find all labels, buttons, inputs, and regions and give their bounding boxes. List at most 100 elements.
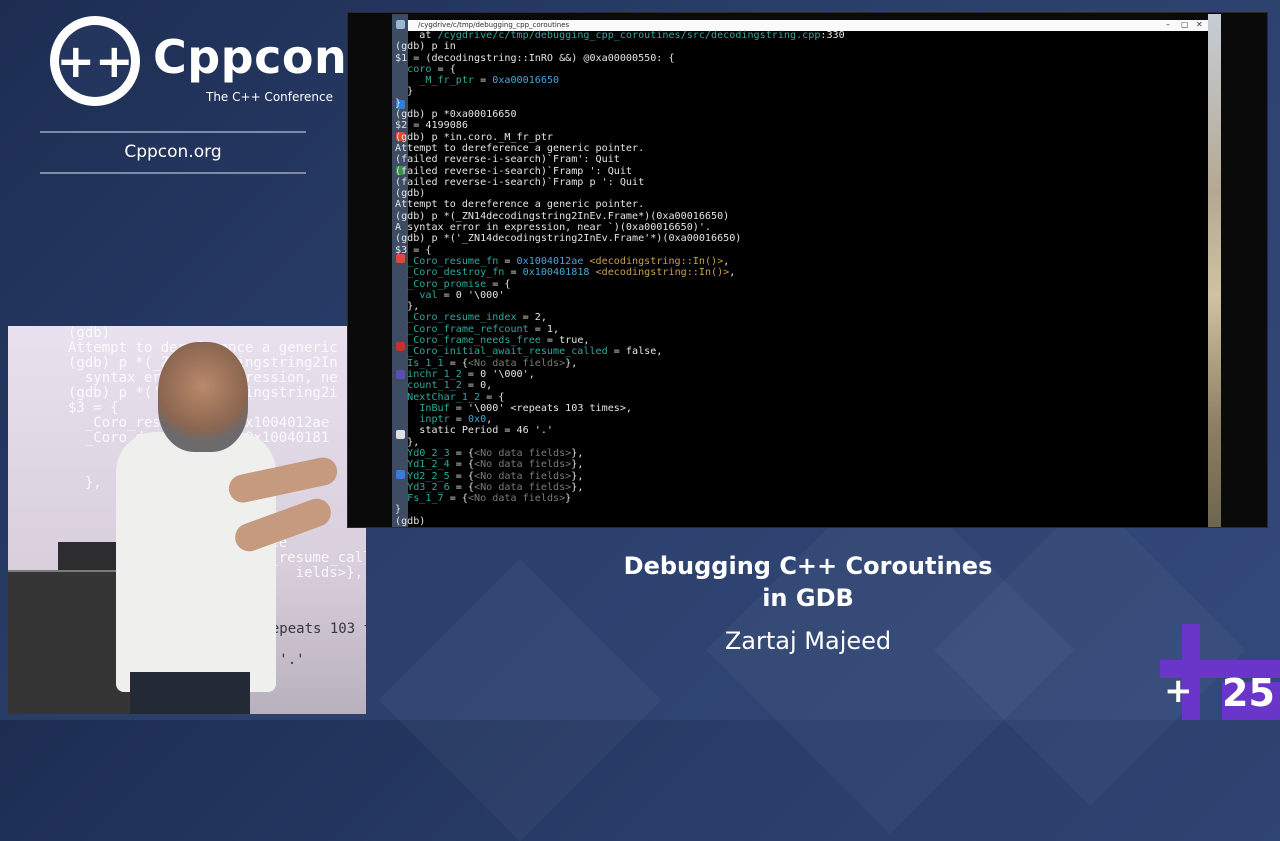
terminal-line: inptr = 0x0, [395,414,845,425]
terminal-line: (gdb) p in [395,41,845,52]
terminal-line: _Coro_destroy_fn = 0x100401818 <decoding… [395,267,845,278]
terminal-text: = [498,255,517,267]
terminal-text: = [504,267,523,279]
terminal-line: (gdb) p *(_ZN14decodingstring2InEv.Frame… [395,211,845,222]
gdb-output[interactable]: at /cygdrive/c/tmp/debugging_cpp_corouti… [395,30,845,527]
terminal-text: <No data fields> [474,447,572,459]
terminal-text: _Coro_destroy_fn [407,267,505,279]
terminal-text: A syntax error in expression, near `)(0x… [395,222,712,234]
terminal-text: <decodingstring::In()> [589,255,724,267]
terminal-line: Yd1_2_4 = {<No data fields>}, [395,459,845,470]
website-label: Cppcon.org [124,142,222,162]
terminal-line: _Coro_frame_needs_free = true, [395,335,845,346]
terminal-line: (gdb) [395,188,845,199]
desktop-icon[interactable] [396,20,405,29]
terminal-text: $1 = (decodingstring::InRO &&) @0xa00000… [395,52,675,64]
terminal-line: $3 = { [395,245,845,256]
terminal-text: $3 = { [395,244,432,256]
terminal-text: (gdb) p *(_ZN14decodingstring2InEv.Frame… [395,210,730,222]
terminal-line: } [395,504,845,515]
close-button[interactable]: ✕ [1196,20,1203,29]
terminal-text: = { [449,481,475,493]
terminal-text: = 2, [516,312,547,324]
terminal-text: inchr_1_2 [407,368,462,380]
terminal-text: Fs_1_7 [407,493,444,505]
terminal-text: inptr [419,414,450,426]
terminal-text: at [395,30,438,41]
terminal-text: _Coro_frame_refcount [407,323,529,335]
terminal-text: } [395,97,402,109]
terminal-text: _M_fr_ptr [419,75,475,87]
terminal-text: <No data fields> [474,459,572,471]
terminal-line: _Coro_resume_fn = 0x1004012ae <decodings… [395,256,845,267]
cppcon-logo: ++ [50,16,140,106]
terminal-line: static Period = 46 '.' [395,425,845,436]
divider [40,131,306,133]
terminal-text: _Coro_resume_index [407,312,517,324]
terminal-text: = false, [607,346,663,358]
terminal-line: }, [395,301,845,312]
terminal-text: coro [407,63,432,75]
terminal-line: } [395,98,845,109]
terminal-text: = { [443,493,468,505]
terminal-text: NextChar_1_2 [407,391,481,403]
terminal-text: 0x1004012ae [516,255,584,267]
terminal-text: <No data fields> [474,481,572,493]
projected-line: (gdb) [68,326,111,341]
terminal-line: (failed reverse-i-search)`Framp p ': Qui… [395,177,845,188]
maximize-button[interactable]: ▢ [1181,20,1189,29]
terminal-line: val = 0 '\000' [395,290,845,301]
terminal-text: , [729,267,736,279]
terminal-line: (gdb) p *0xa00016650 [395,109,845,120]
terminal-line: (failed reverse-i-search)`Framp ': Quit [395,166,845,177]
terminal-text: (gdb) p *0xa00016650 [395,109,517,121]
terminal-text: (gdb) p *('_ZN14decodingstring2InEv.Fram… [395,233,742,245]
terminal-text: }, [395,301,420,313]
terminal-text: $2 = 4199086 [395,120,468,132]
terminal-text: <decodingstring::In()> [595,267,730,279]
terminal-text: 0x0 [467,414,487,426]
terminal-text: } [395,86,414,98]
terminal-line: _Coro_frame_refcount = 1, [395,324,845,335]
terminal-text: = { [449,470,475,482]
terminal-text: (gdb) p in [395,41,456,53]
brand-name: Cppcon [153,30,348,84]
minimize-button[interactable]: – [1166,20,1170,29]
terminal-text: = { [443,357,468,369]
terminal-text: (failed reverse-i-search)`Fram': Quit [395,154,620,166]
terminal-text: count_1_2 [407,380,462,392]
talk-title-line-2: in GDB [762,584,854,612]
terminal-line: inchr_1_2 = 0 '\000', [395,369,845,380]
terminal-text: = [449,414,468,426]
terminal-line: Attempt to dereference a generic pointer… [395,199,845,210]
terminal-text: = { [480,391,505,403]
terminal-text: (failed reverse-i-search)`Framp p ': Qui… [395,176,645,188]
logo-glyph: ++ [56,34,134,88]
terminal-text: Yd3_2_6 [407,481,450,493]
terminal-text: Yd2_2_5 [407,470,450,482]
terminal-text: = 0 '\000' [437,289,505,301]
terminal-text: (failed reverse-i-search)`Framp ': Quit [395,165,633,177]
terminal-text: = 1, [528,323,560,335]
terminal-line: _Coro_initial_await_resume_called = fals… [395,346,845,357]
terminal-text: (gdb) [395,515,426,527]
terminal-text: } [565,493,572,505]
terminal-text: = { [431,63,456,75]
terminal-text: InBuf [419,402,450,414]
terminal-line: Yd0_2_3 = {<No data fields>}, [395,448,845,459]
terminal-line: (gdb) p *in.coro._M_fr_ptr [395,132,845,143]
speaker-video: (gdb)Attempt to dereference a generic(gd… [8,326,366,714]
terminal-line: NextChar_1_2 = { [395,392,845,403]
